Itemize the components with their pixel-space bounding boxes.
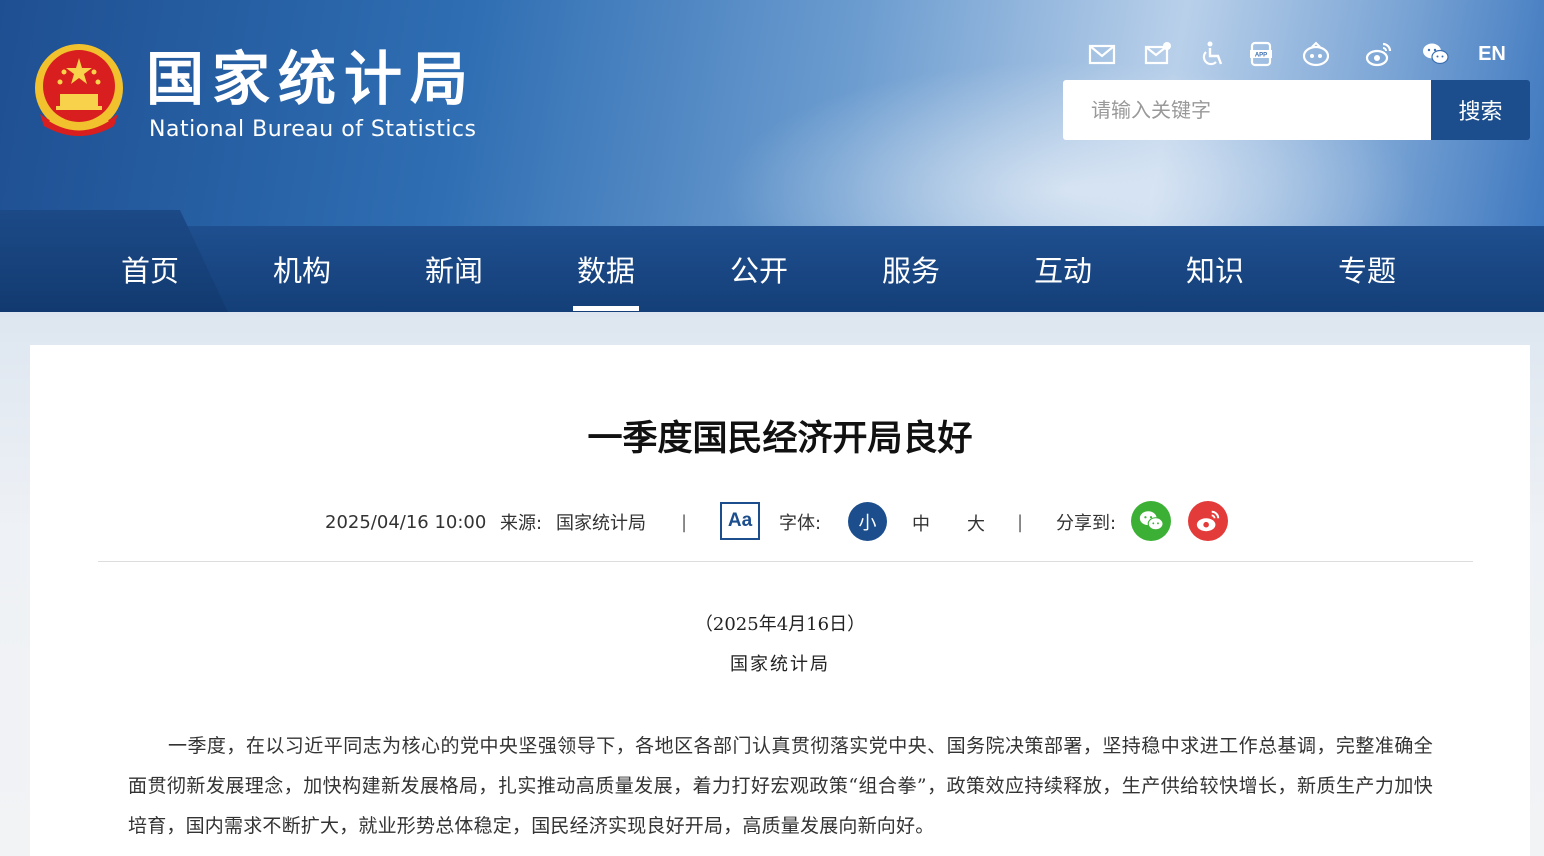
nav-item-home[interactable]: 首页 (96, 226, 204, 312)
text-size-icon: Aa (720, 502, 760, 540)
meta-separator: | (681, 511, 688, 533)
site-name-en[interactable]: National Bureau of Statistics (149, 117, 476, 142)
share-label: 分享到: (1056, 513, 1117, 534)
language-en-link[interactable]: EN (1474, 38, 1510, 70)
font-size-label: 字体: (779, 513, 822, 534)
accessibility-icon[interactable] (1196, 38, 1228, 70)
font-size-large-button[interactable]: 大 (967, 510, 985, 536)
article-title: 一季度国民经济开局良好 (587, 419, 973, 459)
nav-item-topics[interactable]: 专题 (1313, 226, 1421, 312)
article-datetime: 2025/04/16 10:00 (325, 511, 487, 533)
article-body-paragraph: 一季度，在以习近平同志为核心的党中央坚强领导下，各地区各部门认真贯彻落实党中央、… (128, 735, 1433, 837)
nav-item-disclosure[interactable]: 公开 (705, 226, 813, 312)
search-button[interactable]: 搜索 (1431, 80, 1530, 140)
national-emblem-icon (35, 44, 123, 136)
meta-divider (98, 561, 1473, 562)
share-wechat-button[interactable] (1131, 501, 1171, 541)
site-name-cn[interactable]: 国家统计局 (146, 44, 476, 114)
search-input[interactable] (1063, 80, 1431, 140)
weibo-icon (1196, 510, 1220, 532)
weibo-face-icon[interactable] (1300, 38, 1332, 70)
font-size-small-button[interactable]: 小 (848, 502, 887, 541)
mail-settings-icon[interactable] (1142, 38, 1174, 70)
article-source: 国家统计局 (556, 513, 646, 534)
article-author-line: 国家统计局 (730, 654, 830, 675)
weibo-icon[interactable] (1363, 38, 1395, 70)
wechat-icon (1139, 511, 1164, 531)
nav-item-data[interactable]: 数据 (552, 226, 660, 312)
header-toolbar: APP EN (1086, 38, 1526, 72)
nav-item-organization[interactable]: 机构 (248, 226, 356, 312)
nav-item-interaction[interactable]: 互动 (1009, 226, 1117, 312)
font-size-medium-button[interactable]: 中 (912, 510, 930, 536)
article-date-line: （2025年4月16日） (694, 614, 866, 635)
nav-item-knowledge[interactable]: 知识 (1161, 226, 1269, 312)
wechat-icon[interactable] (1419, 38, 1451, 70)
mail-icon[interactable] (1086, 38, 1118, 70)
meta-separator: | (1017, 511, 1024, 533)
svg-text:APP: APP (1255, 53, 1267, 59)
share-weibo-button[interactable] (1188, 501, 1228, 541)
source-label: 来源: (500, 513, 543, 534)
nav-active-indicator (573, 306, 639, 311)
nav-item-news[interactable]: 新闻 (400, 226, 508, 312)
nav-item-services[interactable]: 服务 (857, 226, 965, 312)
app-icon[interactable]: APP (1245, 38, 1277, 70)
